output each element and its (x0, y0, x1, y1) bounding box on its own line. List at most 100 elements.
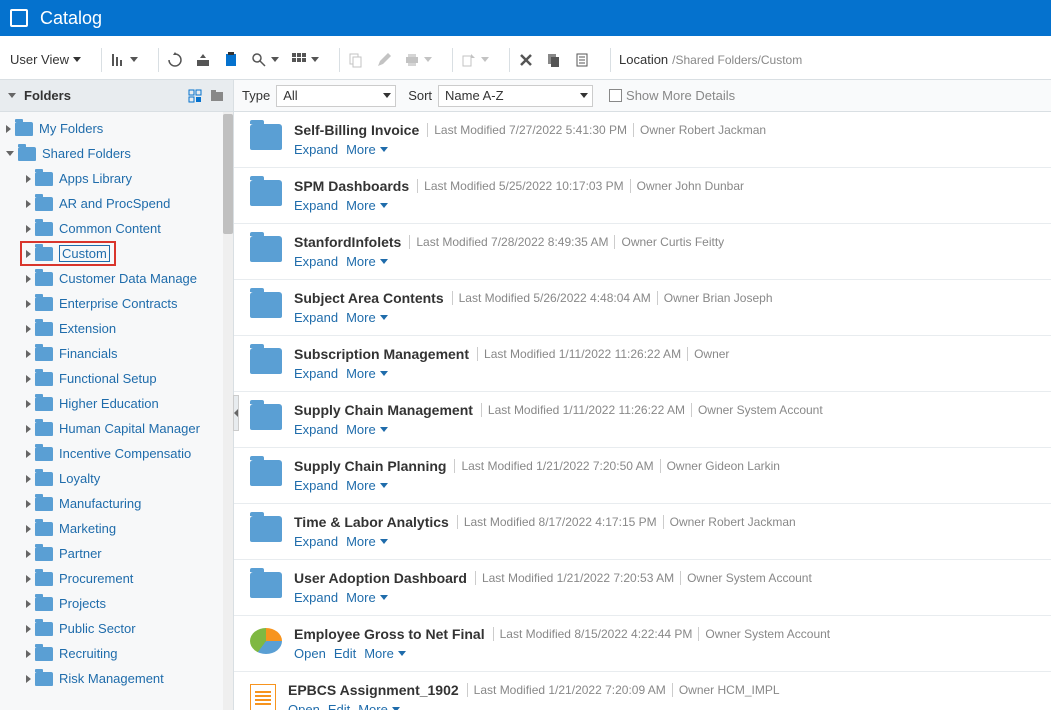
catalog-item[interactable]: EPBCS Assignment_1902Last Modified 1/21/… (234, 672, 1051, 710)
tree-expand-icon[interactable] (26, 550, 31, 558)
catalog-item[interactable]: Time & Labor AnalyticsLast Modified 8/17… (234, 504, 1051, 560)
expand-link[interactable]: Expand (294, 366, 338, 381)
refresh-button[interactable] (167, 52, 183, 68)
more-link[interactable]: More (346, 422, 388, 437)
tree-expand-icon[interactable] (26, 250, 31, 258)
expand-link[interactable]: Expand (294, 534, 338, 549)
expand-link[interactable]: Expand (294, 142, 338, 157)
upload-button[interactable] (195, 52, 211, 68)
open-link[interactable]: Open (288, 702, 320, 710)
sort-select[interactable]: Name A-Z (438, 85, 593, 107)
edit-button[interactable] (376, 52, 392, 68)
tree-item[interactable]: Shared Folders (0, 141, 233, 166)
catalog-item[interactable]: Subject Area ContentsLast Modified 5/26/… (234, 280, 1051, 336)
tree-item[interactable]: Customer Data Manage (0, 266, 233, 291)
more-link[interactable]: More (364, 646, 406, 661)
tree-item[interactable]: Procurement (0, 566, 233, 591)
tree-item[interactable]: Common Content (0, 216, 233, 241)
tree-item[interactable]: Functional Setup (0, 366, 233, 391)
paste-button[interactable] (223, 52, 239, 68)
tree-expand-icon[interactable] (26, 500, 31, 508)
copy-button[interactable] (348, 52, 364, 68)
tree-expand-icon[interactable] (26, 675, 31, 683)
tree-expand-icon[interactable] (26, 200, 31, 208)
tree-item[interactable]: Marketing (0, 516, 233, 541)
tree-item[interactable]: Enterprise Contracts (0, 291, 233, 316)
tree-expand-icon[interactable] (26, 275, 31, 283)
expand-link[interactable]: Expand (294, 198, 338, 213)
more-link[interactable]: More (346, 590, 388, 605)
tree-expand-icon[interactable] (26, 175, 31, 183)
tree-item[interactable]: Higher Education (0, 391, 233, 416)
tree-item[interactable]: Financials (0, 341, 233, 366)
tree-item[interactable]: Projects (0, 591, 233, 616)
catalog-item[interactable]: SPM DashboardsLast Modified 5/25/2022 10… (234, 168, 1051, 224)
print-button[interactable] (404, 52, 432, 68)
tree-expand-icon[interactable] (26, 600, 31, 608)
tree-expand-icon[interactable] (26, 450, 31, 458)
copy2-button[interactable] (546, 52, 562, 68)
tree-expand-icon[interactable] (26, 300, 31, 308)
expand-link[interactable]: Expand (294, 590, 338, 605)
tree-expand-icon[interactable] (26, 350, 31, 358)
expand-link[interactable]: Expand (294, 254, 338, 269)
show-more-checkbox[interactable] (609, 89, 622, 102)
tree-item[interactable]: Incentive Compensatio (0, 441, 233, 466)
tree-collapse-icon[interactable] (187, 88, 203, 104)
export-button[interactable] (461, 52, 489, 68)
catalog-item[interactable]: Employee Gross to Net FinalLast Modified… (234, 616, 1051, 672)
user-view-button[interactable]: User View (10, 52, 81, 67)
more-link[interactable]: More (358, 702, 400, 710)
tree-expand-icon[interactable] (26, 625, 31, 633)
more-link[interactable]: More (346, 142, 388, 157)
tree-expand-icon[interactable] (26, 225, 31, 233)
tree-expand-icon[interactable] (26, 575, 31, 583)
splitter-handle[interactable] (233, 395, 239, 431)
search-button[interactable] (251, 52, 279, 68)
tree-item[interactable]: Extension (0, 316, 233, 341)
catalog-item[interactable]: StanfordInfoletsLast Modified 7/28/2022 … (234, 224, 1051, 280)
tree-item[interactable]: Manufacturing (0, 491, 233, 516)
tree-expand-icon[interactable] (26, 425, 31, 433)
edit-link[interactable]: Edit (328, 702, 350, 710)
grid-view-button[interactable] (291, 52, 319, 68)
open-link[interactable]: Open (294, 646, 326, 661)
tree-item[interactable]: Human Capital Manager (0, 416, 233, 441)
new-folder-icon[interactable] (209, 88, 225, 104)
delete-button[interactable] (518, 52, 534, 68)
expand-link[interactable]: Expand (294, 310, 338, 325)
tree-expand-icon[interactable] (26, 475, 31, 483)
tree-expand-icon[interactable] (26, 400, 31, 408)
scrollbar[interactable] (223, 112, 233, 710)
expand-link[interactable]: Expand (294, 422, 338, 437)
more-link[interactable]: More (346, 366, 388, 381)
tree-item[interactable]: Recruiting (0, 641, 233, 666)
props-button[interactable] (574, 52, 590, 68)
sort-toolbar-button[interactable] (110, 52, 138, 68)
tree-expand-icon[interactable] (26, 650, 31, 658)
tree-expand-icon[interactable] (26, 325, 31, 333)
expand-link[interactable]: Expand (294, 478, 338, 493)
catalog-item[interactable]: Supply Chain PlanningLast Modified 1/21/… (234, 448, 1051, 504)
type-select[interactable]: All (276, 85, 396, 107)
tree-item[interactable]: Risk Management (0, 666, 233, 691)
tree-item[interactable]: Public Sector (0, 616, 233, 641)
edit-link[interactable]: Edit (334, 646, 356, 661)
expand-all-icon[interactable] (8, 93, 16, 98)
tree-item[interactable]: AR and ProcSpend (0, 191, 233, 216)
tree-item[interactable]: Apps Library (0, 166, 233, 191)
tree-expand-icon[interactable] (26, 525, 31, 533)
tree-item[interactable]: Partner (0, 541, 233, 566)
catalog-item[interactable]: Supply Chain ManagementLast Modified 1/1… (234, 392, 1051, 448)
more-link[interactable]: More (346, 254, 388, 269)
tree-item[interactable]: Loyalty (0, 466, 233, 491)
catalog-item[interactable]: User Adoption DashboardLast Modified 1/2… (234, 560, 1051, 616)
catalog-item[interactable]: Subscription ManagementLast Modified 1/1… (234, 336, 1051, 392)
tree-expand-icon[interactable] (6, 125, 11, 133)
catalog-item[interactable]: Self-Billing InvoiceLast Modified 7/27/2… (234, 112, 1051, 168)
more-link[interactable]: More (346, 198, 388, 213)
tree-expand-icon[interactable] (26, 375, 31, 383)
more-link[interactable]: More (346, 310, 388, 325)
tree-item[interactable]: My Folders (0, 116, 233, 141)
tree-expand-icon[interactable] (6, 151, 14, 156)
